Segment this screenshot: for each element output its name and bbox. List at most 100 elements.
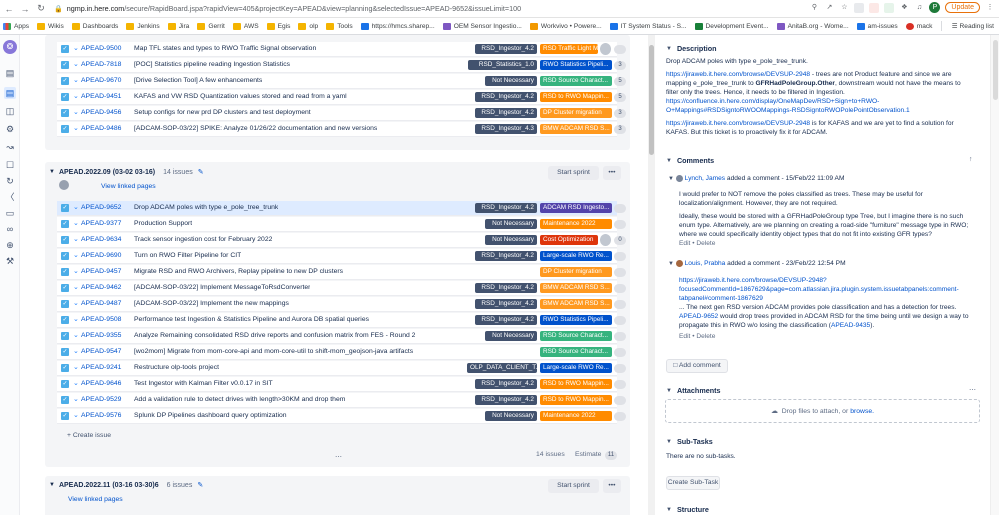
epic-label[interactable]: RSD to RWO Mappin... [540, 92, 612, 102]
epic-label[interactable]: RSD Source Charact... [540, 76, 612, 86]
reload-icon[interactable]: ↻ [34, 2, 48, 16]
page-scrollbar[interactable] [990, 35, 999, 515]
issue-link[interactable]: APEAD-9652 [679, 313, 718, 320]
releases-icon[interactable]: ⚙ [4, 123, 16, 135]
zoom-icon[interactable]: ⚲ [809, 3, 819, 13]
issue-row[interactable]: ✓ ⌄ APEAD-7818 [POC] Statistics pipeline re… [57, 58, 626, 73]
structure-section-header[interactable]: ▼ Structure [666, 505, 709, 514]
issue-row[interactable]: ✓ ⌄ APEAD-9670 [Drive Selection Tool] A few… [57, 74, 626, 89]
share-icon[interactable]: ↗ [824, 3, 834, 13]
issue-row[interactable]: ✓ ⌄ APEAD-9547 [wo2mom] Migrate from mom-co… [57, 345, 626, 360]
chart-icon[interactable]: ↝ [4, 141, 16, 153]
bookmark-item[interactable]: Egis [266, 22, 290, 30]
project-avatar-icon[interactable]: ❂ [3, 40, 17, 54]
confluence-link[interactable]: https://confluence.in.here.com/display/O… [666, 98, 879, 105]
issue-row[interactable]: ✓ ⌄ APEAD-9355 Analyze Remaining consolidat… [57, 329, 626, 344]
bookmark-item[interactable]: Gerrit [197, 22, 225, 30]
issue-row[interactable]: ✓ ⌄ APEAD-9634 Track sensor ingestion cost … [57, 233, 626, 248]
issue-row[interactable]: ✓ ⌄ APEAD-9241 Restructure olp-tools projec… [57, 361, 626, 376]
epic-label[interactable]: Large-scale RWO Re... [540, 363, 612, 373]
epic-label[interactable]: ADCAM RSD Ingesto... [540, 203, 612, 213]
forward-icon[interactable]: → [18, 2, 32, 16]
epic-label[interactable]: DP Cluster migration [540, 108, 612, 118]
epic-label[interactable]: BMW ADCAM RSD S... [540, 283, 612, 293]
comment-author-link[interactable]: Louis, Prabha [685, 260, 726, 267]
issue-key-link[interactable]: APEAD-9241 [81, 364, 121, 371]
media-icon[interactable]: ♫ [914, 3, 924, 13]
extension-icon[interactable] [869, 2, 880, 13]
start-sprint-button[interactable]: Start sprint [548, 166, 599, 180]
bookmark-item[interactable]: Jira [167, 22, 189, 30]
create-issue-button[interactable]: + Create issue [67, 432, 111, 439]
issue-row[interactable]: ✓ ⌄ APEAD-9377 Production Support Not Necess… [57, 217, 626, 232]
create-subtask-button[interactable]: Create Sub-Task [666, 476, 720, 490]
issue-key-link[interactable]: APEAD-9634 [81, 236, 121, 243]
epic-label[interactable]: RSD to RWO Mappin... [540, 395, 612, 405]
epic-label[interactable]: RWO Statistics Pipeli... [540, 60, 612, 70]
epic-label[interactable]: RWO Statistics Pipeli... [540, 315, 612, 325]
pages-icon[interactable]: ▭ [4, 207, 16, 219]
delete-comment-link[interactable]: Delete [696, 333, 715, 340]
issue-row[interactable]: ✓ ⌄ APEAD-9646 Test Ingestor with Kalman Fi… [57, 377, 626, 392]
issue-key-link[interactable]: APEAD-9456 [81, 109, 121, 116]
epic-label[interactable]: BMW ADCAM RSD S... [540, 124, 612, 134]
scrollbar-thumb[interactable] [993, 40, 998, 100]
address-bar[interactable]: 🔒 ngmp.in.here.com/secure/RapidBoard.jsp… [54, 4, 521, 13]
next-view-linked-pages-link[interactable]: View linked pages [68, 496, 123, 503]
issue-key-link[interactable]: APEAD-9462 [81, 284, 121, 291]
view-linked-pages-link[interactable]: View linked pages [101, 183, 156, 190]
issue-key-link[interactable]: APEAD-9457 [81, 268, 121, 275]
confluence-link-cont[interactable]: O+Mappings#RSDSigntoRWOOMappings-RSDSign… [666, 107, 910, 114]
bookmark-item[interactable]: Jenkins [126, 22, 160, 30]
epic-label[interactable]: Maintenance 2022 [540, 411, 612, 421]
menu-icon[interactable]: ⋮ [985, 3, 995, 13]
issue-key-link[interactable]: APEAD-9690 [81, 252, 121, 259]
epic-label[interactable]: DP Cluster migration [540, 267, 612, 277]
issue-row[interactable]: ✓ ⌄ APEAD-9508 Performance test Ingestion &… [57, 313, 626, 328]
bookmark-item[interactable]: Apps [3, 22, 29, 30]
bookmark-item[interactable]: am-issues [856, 22, 898, 30]
active-board-icon[interactable]: ▤ [4, 87, 16, 99]
attachment-dropzone[interactable]: ☁ Drop files to attach, or browse. [665, 399, 980, 423]
issue-key-link[interactable]: APEAD-9451 [81, 93, 121, 100]
issue-row[interactable]: ✓ ⌄ APEAD-9576 Splunk DP Pipelines dashboar… [57, 409, 626, 424]
issue-key-link[interactable]: APEAD-9652 [81, 204, 121, 211]
add-comment-button[interactable]: □ Add comment [666, 359, 728, 373]
epic-label[interactable]: RSD Traffic Light Ma... [540, 44, 598, 54]
issue-row[interactable]: ✓ ⌄ APEAD-9456 Setup configs for new prd DP… [57, 106, 626, 121]
extension-icon[interactable] [884, 2, 895, 13]
attachments-section-header[interactable]: ▼ Attachments [666, 386, 721, 395]
next-sprint-header[interactable]: ▼ APEAD.2022.11 (03-16 03-30)6 6 issues … [49, 481, 203, 490]
bookmark-item[interactable]: Development Event... [694, 22, 769, 30]
code-icon[interactable]: 〈 [4, 191, 16, 203]
attachment-options-icon[interactable]: ⋯ [969, 386, 976, 394]
scrollbar-thumb[interactable] [649, 45, 654, 155]
comments-section-header[interactable]: ▼ Comments [666, 156, 714, 165]
issue-row[interactable]: ✓ ⌄ APEAD-9500 Map TFL states and types to … [57, 42, 626, 57]
profile-avatar[interactable]: P [929, 2, 941, 13]
devsup-link-2[interactable]: https://jiraweb.it.here.com/browse/DEVSU… [666, 120, 810, 127]
epic-label[interactable]: RSD Source Charact... [540, 331, 612, 341]
epic-label[interactable]: RSD Source Charact... [540, 347, 612, 357]
sort-comments-icon[interactable]: ↑ [969, 156, 972, 163]
star-icon[interactable]: ☆ [839, 3, 849, 13]
issue-link-2[interactable]: APEAD-9435 [831, 322, 870, 329]
next-sprint-more-button[interactable]: ••• [603, 479, 621, 493]
epic-label[interactable]: Large-scale RWO Re... [540, 251, 612, 261]
shortcut-icon[interactable]: ∞ [4, 223, 16, 235]
issue-key-link[interactable]: APEAD-9508 [81, 316, 121, 323]
bookmark-item[interactable]: Workvivo • Powere... [529, 22, 602, 30]
delete-comment-link[interactable]: Delete [696, 240, 715, 247]
edit-icon[interactable]: ✎ [198, 168, 204, 176]
edit-comment-link[interactable]: Edit [679, 240, 690, 247]
issue-row[interactable]: ✓ ⌄ APEAD-9451 KAFAS and VW RSD Quantizatio… [57, 90, 626, 105]
issues-icon[interactable]: ☐ [4, 159, 16, 171]
collapse-chevron-icon[interactable]: ▼ [49, 169, 55, 175]
bookmark-item[interactable]: olp [298, 22, 318, 30]
issue-key-link[interactable]: APEAD-9547 [81, 348, 121, 355]
issue-row[interactable]: ✓ ⌄ APEAD-9690 Turn on RWO Filter Pipeline … [57, 249, 626, 264]
comment-author-link[interactable]: Lynch, James [685, 175, 725, 182]
epic-label[interactable]: RSD to RWO Mappin... [540, 379, 612, 389]
next-start-sprint-button[interactable]: Start sprint [548, 479, 599, 493]
bookmark-item[interactable]: mack [905, 22, 932, 30]
